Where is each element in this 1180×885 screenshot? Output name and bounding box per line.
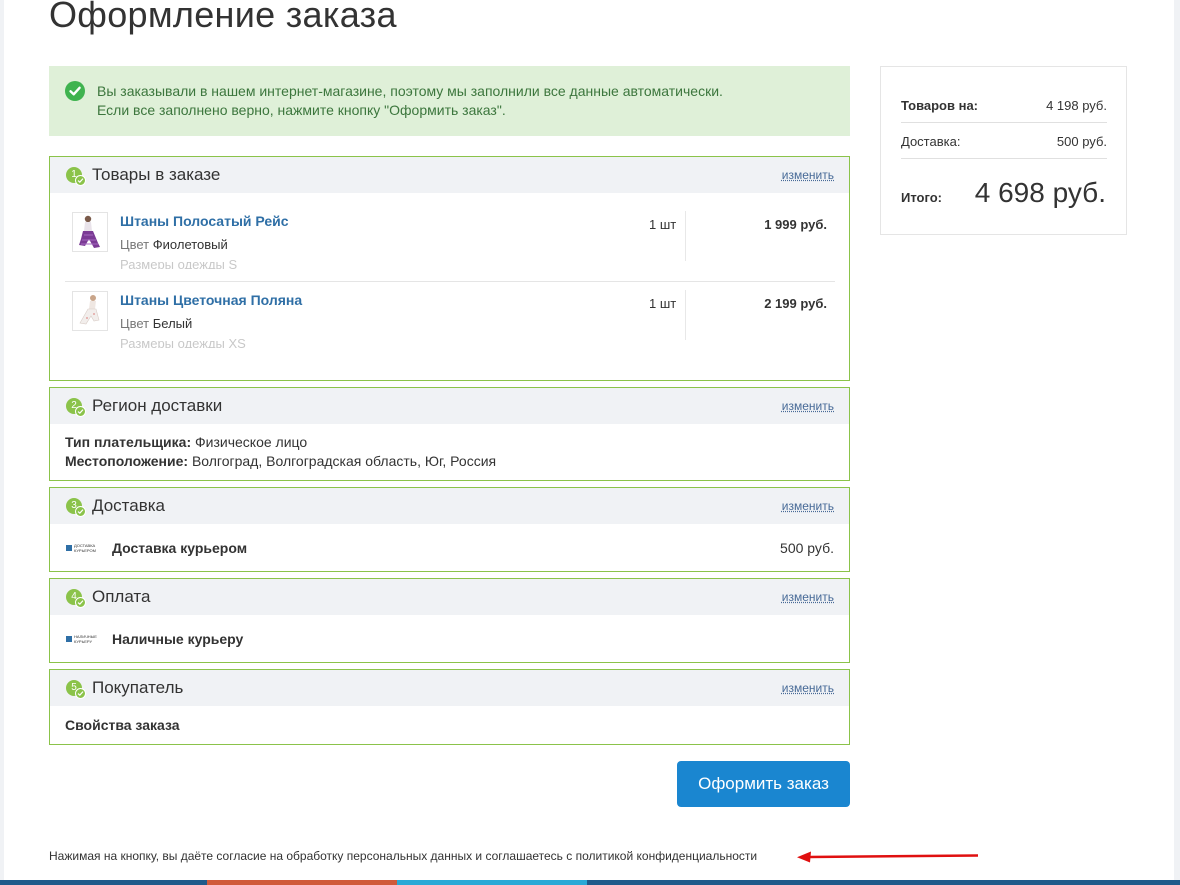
delivery-price: 500 руб. bbox=[780, 540, 834, 556]
order-properties-label: Свойства заказа bbox=[65, 717, 180, 733]
change-link-buyer[interactable]: изменить bbox=[782, 681, 834, 695]
summary-divider bbox=[901, 158, 1107, 159]
product-quantity: 1 шт bbox=[649, 217, 677, 232]
summary-goods-value: 4 198 руб. bbox=[1046, 98, 1107, 113]
step-number-3: 3 bbox=[66, 498, 86, 517]
payment-name: Наличные курьеру bbox=[112, 631, 244, 647]
step-number-5: 5 bbox=[66, 680, 86, 699]
product-thumbnail[interactable] bbox=[72, 212, 108, 252]
payer-type: Тип плательщика: Физическое лицо bbox=[65, 434, 307, 450]
location-label: Местоположение: bbox=[65, 453, 189, 469]
payer-type-label: Тип плательщика: bbox=[65, 434, 192, 450]
section-header-region: 2 Регион доставки изменить bbox=[50, 388, 849, 424]
column-divider bbox=[685, 290, 686, 340]
color-value: Белый bbox=[152, 316, 193, 331]
change-link-region[interactable]: изменить bbox=[782, 399, 834, 413]
logo-text: КУРЬЕРОМ bbox=[74, 548, 96, 553]
section-header-goods: 1 Товары в заказе изменить bbox=[50, 157, 849, 193]
check-mini-icon bbox=[75, 597, 86, 608]
section-title-buyer: Покупатель bbox=[92, 678, 184, 697]
order-summary: Товаров на: 4 198 руб. Доставка: 500 руб… bbox=[880, 66, 1127, 235]
summary-total-value: 4 698 руб. bbox=[974, 177, 1106, 208]
step-number-2: 2 bbox=[66, 398, 86, 417]
section-region: 2 Регион доставки изменить Тип плательщи… bbox=[49, 387, 850, 481]
product-name-link[interactable]: Штаны Полосатый Рейс bbox=[120, 213, 289, 229]
consent-text: Нажимая на кнопку, вы даёте согласие на … bbox=[49, 849, 758, 863]
cash-courier-logo: НАЛИЧНЫЕ КУРЬЕРУ bbox=[66, 634, 102, 644]
notice-line-1: Вы заказывали в нашем интернет-магазине,… bbox=[97, 83, 723, 99]
list-item-product: Штаны Цветочная Поляна Цвет Белый Размер… bbox=[65, 272, 835, 352]
product-size: Размеры одежды S bbox=[120, 257, 238, 269]
section-header-delivery: 3 Доставка изменить bbox=[50, 488, 849, 524]
list-item-product: Штаны Полосатый Рейс Цвет Фиолетовый Раз… bbox=[65, 193, 835, 273]
courier-delivery-logo: ДОСТАВКА КУРЬЕРОМ bbox=[66, 543, 102, 553]
color-value: Фиолетовый bbox=[152, 237, 228, 252]
summary-delivery-value: 500 руб. bbox=[1056, 134, 1107, 149]
column-divider bbox=[685, 211, 686, 261]
step-number-4: 4 bbox=[66, 589, 86, 608]
section-header-buyer: 5 Покупатель изменить bbox=[50, 670, 849, 706]
section-goods: 1 Товары в заказе изменить Штаны Полосат… bbox=[49, 156, 850, 381]
product-price: 1 999 руб. bbox=[764, 217, 827, 232]
section-delivery: 3 Доставка изменить ДОСТАВКА КУРЬЕРОМ Дос… bbox=[49, 487, 850, 572]
bottom-color-bar bbox=[0, 880, 1180, 885]
page-title: Оформление заказа bbox=[49, 0, 397, 35]
summary-delivery-label: Доставка: bbox=[901, 134, 961, 149]
payer-type-value: Физическое лицо bbox=[195, 434, 308, 450]
summary-total-label: Итого: bbox=[901, 190, 942, 205]
red-arrow-annotation bbox=[797, 851, 979, 863]
summary-divider bbox=[901, 122, 1107, 123]
autofill-notice: Вы заказывали в нашем интернет-магазине,… bbox=[49, 66, 850, 136]
check-mini-icon bbox=[75, 688, 86, 699]
product-color: Цвет Фиолетовый bbox=[120, 237, 228, 252]
delivery-name: Доставка курьером bbox=[112, 540, 248, 556]
change-link-delivery[interactable]: изменить bbox=[782, 499, 834, 513]
change-link-goods[interactable]: изменить bbox=[782, 168, 834, 182]
product-name-link[interactable]: Штаны Цветочная Поляна bbox=[120, 292, 302, 308]
check-mini-icon bbox=[75, 406, 86, 417]
change-link-payment[interactable]: изменить bbox=[782, 590, 834, 604]
section-title-goods: Товары в заказе bbox=[92, 165, 221, 184]
check-mini-icon bbox=[75, 506, 86, 517]
check-mini-icon bbox=[75, 175, 86, 186]
product-price: 2 199 руб. bbox=[764, 296, 827, 311]
notice-line-2: Если все заполнено верно, нажмите кнопку… bbox=[97, 102, 506, 118]
product-size: Размеры одежды XS bbox=[120, 336, 246, 348]
product-color: Цвет Белый bbox=[120, 316, 192, 331]
section-buyer: 5 Покупатель изменить Свойства заказа bbox=[49, 669, 850, 745]
cash-icon bbox=[66, 636, 72, 642]
location: Местоположение: Волгоград, Волгоградская… bbox=[65, 453, 496, 469]
product-thumbnail[interactable] bbox=[72, 291, 108, 331]
section-title-delivery: Доставка bbox=[92, 496, 166, 515]
section-title-region: Регион доставки bbox=[92, 396, 223, 415]
logo-text: КУРЬЕРУ bbox=[74, 639, 92, 644]
product-quantity: 1 шт bbox=[649, 296, 677, 311]
color-label: Цвет bbox=[120, 237, 150, 252]
left-page-frame bbox=[0, 0, 4, 885]
check-circle-icon bbox=[65, 81, 85, 101]
right-page-frame bbox=[1174, 0, 1180, 885]
section-payment: 4 Оплата изменить НАЛИЧНЫЕ КУРЬЕРУ Наличн… bbox=[49, 578, 850, 663]
step-number-1: 1 bbox=[66, 167, 86, 186]
box-icon bbox=[66, 545, 72, 551]
color-label: Цвет bbox=[120, 316, 150, 331]
location-value: Волгоград, Волгоградская область, Юг, Ро… bbox=[191, 453, 497, 469]
place-order-button[interactable]: Оформить заказ bbox=[677, 761, 850, 807]
section-title-payment: Оплата bbox=[92, 587, 151, 606]
section-header-payment: 4 Оплата изменить bbox=[50, 579, 849, 615]
summary-goods-label: Товаров на: bbox=[901, 98, 979, 113]
